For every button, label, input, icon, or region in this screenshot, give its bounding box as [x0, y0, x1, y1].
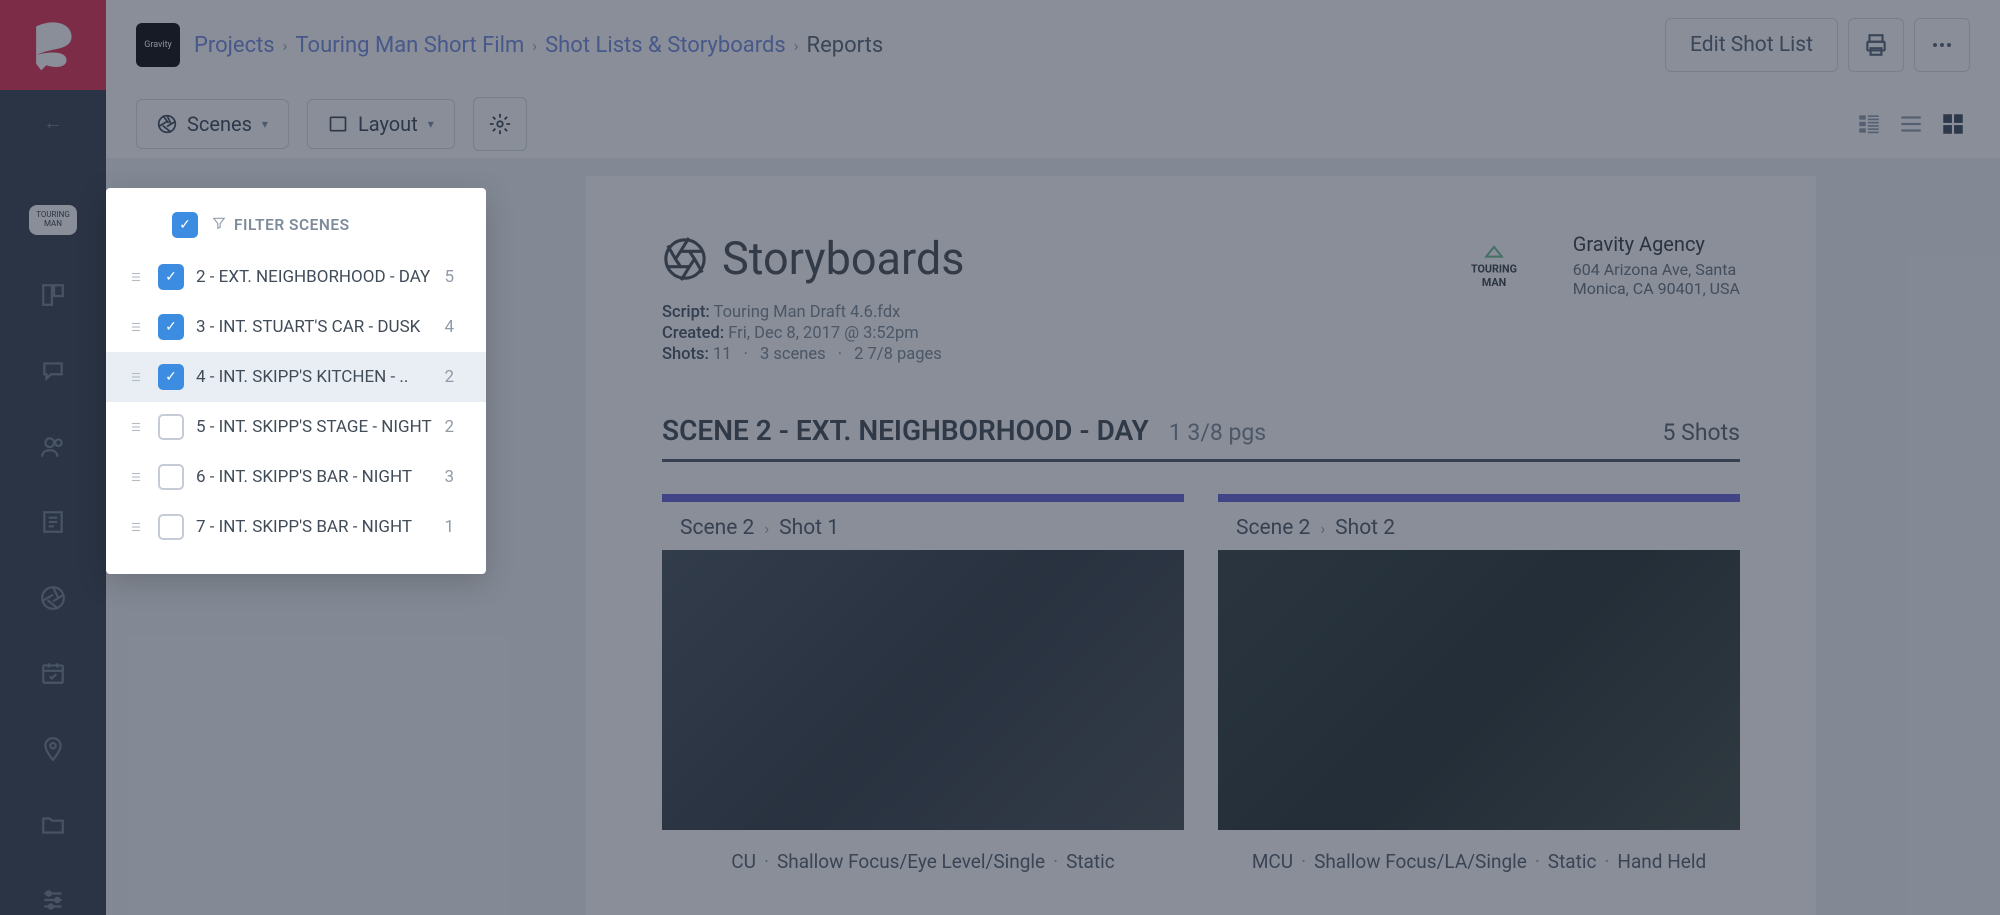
filter-scenes-label: FILTER SCENES [234, 216, 350, 234]
scene-checkbox[interactable]: ✓ [158, 314, 184, 340]
drag-handle-icon[interactable] [126, 518, 146, 536]
scene-checkbox[interactable] [158, 414, 184, 440]
drag-handle-icon[interactable] [126, 418, 146, 436]
filter-scene-item[interactable]: 6 - INT. SKIPP'S BAR - NIGHT 3 [106, 452, 486, 502]
filter-scene-item[interactable]: ✓ 4 - INT. SKIPP'S KITCHEN - .. 2 [106, 352, 486, 402]
scene-checkbox[interactable]: ✓ [158, 364, 184, 390]
scene-filter-count: 3 [444, 467, 454, 487]
filter-all-checkbox[interactable]: ✓ [172, 212, 198, 238]
filter-scene-item[interactable]: ✓ 3 - INT. STUART'S CAR - DUSK 4 [106, 302, 486, 352]
filter-scenes-header: ✓ FILTER SCENES [106, 212, 486, 252]
scene-filter-count: 2 [444, 367, 454, 387]
scene-filter-count: 2 [444, 417, 454, 437]
scene-filter-name: 4 - INT. SKIPP'S KITCHEN - .. [196, 367, 432, 387]
scene-filter-name: 6 - INT. SKIPP'S BAR - NIGHT [196, 467, 432, 487]
scene-filter-name: 2 - EXT. NEIGHBORHOOD - DAY [196, 267, 432, 287]
drag-handle-icon[interactable] [126, 468, 146, 486]
filter-scenes-panel: ✓ FILTER SCENES ✓ 2 - EXT. NEIGHBORHOOD -… [106, 188, 486, 574]
scene-filter-count: 4 [444, 317, 454, 337]
filter-scene-item[interactable]: ✓ 2 - EXT. NEIGHBORHOOD - DAY 5 [106, 252, 486, 302]
drag-handle-icon[interactable] [126, 318, 146, 336]
filter-icon [212, 216, 226, 234]
scene-filter-count: 1 [444, 517, 454, 537]
scene-filter-count: 5 [444, 267, 454, 287]
scene-checkbox[interactable]: ✓ [158, 264, 184, 290]
scene-filter-name: 5 - INT. SKIPP'S STAGE - NIGHT [196, 417, 432, 437]
scene-checkbox[interactable] [158, 514, 184, 540]
filter-scene-item[interactable]: 7 - INT. SKIPP'S BAR - NIGHT 1 [106, 502, 486, 552]
scene-checkbox[interactable] [158, 464, 184, 490]
scene-filter-name: 3 - INT. STUART'S CAR - DUSK [196, 317, 432, 337]
drag-handle-icon[interactable] [126, 268, 146, 286]
scene-filter-name: 7 - INT. SKIPP'S BAR - NIGHT [196, 517, 432, 537]
filter-scene-item[interactable]: 5 - INT. SKIPP'S STAGE - NIGHT 2 [106, 402, 486, 452]
drag-handle-icon[interactable] [126, 368, 146, 386]
